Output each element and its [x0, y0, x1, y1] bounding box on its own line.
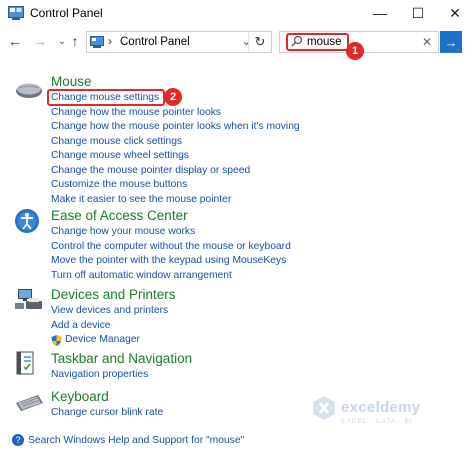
group-title-mouse[interactable]: Mouse — [51, 74, 92, 89]
link-navigation-properties[interactable]: Navigation properties — [51, 368, 148, 383]
watermark-title: exceldemy — [341, 399, 421, 416]
exceldemy-logo-icon — [313, 396, 335, 420]
link-customize-buttons[interactable]: Customize the mouse buttons — [51, 178, 300, 193]
help-search-link[interactable]: ? Search Windows Help and Support for "m… — [12, 432, 244, 448]
maximize-button[interactable]: ☐ — [400, 0, 436, 26]
search-icon — [291, 35, 303, 47]
help-icon: ? — [12, 434, 24, 446]
window-title: Control Panel — [30, 6, 103, 20]
group-title-taskbar[interactable]: Taskbar and Navigation — [51, 351, 192, 366]
up-button[interactable]: ↑ — [66, 32, 84, 50]
help-search-text: Search Windows Help and Support for "mou… — [28, 434, 245, 446]
link-device-manager[interactable]: Device Manager — [51, 333, 168, 348]
search-input[interactable]: mouse — [307, 36, 342, 48]
breadcrumb[interactable]: Control Panel — [120, 36, 190, 48]
control-panel-icon — [90, 36, 104, 48]
group-title-devices-printers[interactable]: Devices and Printers — [51, 287, 176, 302]
link-pointer-looks-moving[interactable]: Change how the mouse pointer looks when … — [51, 120, 300, 135]
close-button[interactable]: ✕ — [437, 0, 473, 26]
group-title-ease-of-access[interactable]: Ease of Access Center — [51, 208, 188, 223]
link-mousekeys[interactable]: Move the pointer with the keypad using M… — [51, 254, 291, 269]
link-view-devices-printers[interactable]: View devices and printers — [51, 304, 168, 319]
control-panel-icon — [8, 6, 24, 20]
link-cursor-blink-rate[interactable]: Change cursor blink rate — [51, 406, 163, 421]
title-bar: Control Panel — ☐ ✕ — [0, 0, 474, 28]
mouse-icon — [16, 83, 42, 98]
minimize-button[interactable]: — — [362, 0, 398, 26]
back-button[interactable]: ← — [6, 32, 24, 50]
link-highlight-box — [47, 89, 165, 106]
device-manager-label: Device Manager — [65, 334, 140, 345]
address-bar[interactable]: › Control Panel ⌄ ↻ — [86, 31, 272, 53]
link-wheel-settings[interactable]: Change mouse wheel settings — [51, 149, 300, 164]
shield-icon — [51, 335, 62, 346]
ease-of-access-icon — [15, 209, 39, 233]
clear-search-button[interactable]: ✕ — [422, 35, 432, 49]
watermark-subtitle: EXCEL · DATA · BI — [341, 418, 413, 425]
link-pointer-display-speed[interactable]: Change the mouse pointer display or spee… — [51, 164, 300, 179]
link-control-without-mouse[interactable]: Control the computer without the mouse o… — [51, 240, 291, 255]
link-add-device[interactable]: Add a device — [51, 319, 168, 334]
annotation-badge-1: 1 — [346, 42, 364, 60]
link-how-mouse-works[interactable]: Change how your mouse works — [51, 225, 291, 240]
link-pointer-looks[interactable]: Change how the mouse pointer looks — [51, 106, 300, 121]
search-go-button[interactable]: → — [440, 31, 462, 53]
link-easier-see-pointer[interactable]: Make it easier to see the mouse pointer — [51, 193, 300, 208]
watermark: exceldemy EXCEL · DATA · BI — [307, 391, 467, 435]
forward-button[interactable]: → — [31, 32, 49, 50]
link-click-settings[interactable]: Change mouse click settings — [51, 135, 300, 150]
devices-printers-icon — [15, 289, 42, 309]
navigation-bar: ← → ⌄ ↑ › Control Panel ⌄ ↻ mouse ✕ → 1 — [0, 28, 474, 60]
group-title-keyboard[interactable]: Keyboard — [51, 389, 109, 404]
refresh-button[interactable]: ↻ — [248, 32, 271, 52]
annotation-badge-2: 2 — [164, 88, 182, 106]
breadcrumb-separator: › — [108, 34, 112, 48]
keyboard-icon — [16, 395, 43, 411]
taskbar-icon — [16, 351, 34, 375]
link-window-arrangement[interactable]: Turn off automatic window arrangement — [51, 269, 291, 284]
